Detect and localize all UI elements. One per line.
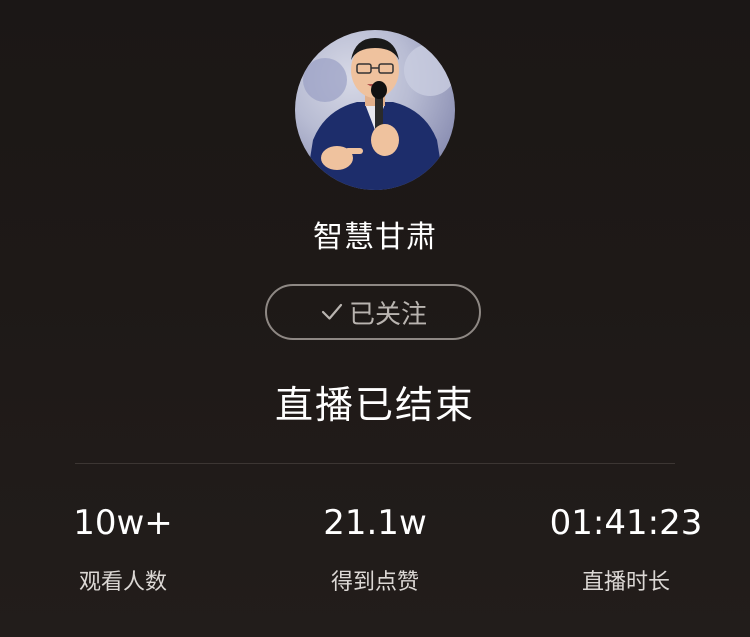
follow-button[interactable]: 已关注	[265, 284, 481, 340]
stat-likes-label: 得到点赞	[330, 570, 419, 595]
stat-viewers: 10w+ 观看人数	[3, 500, 243, 598]
stat-duration-label: 直播时长	[581, 570, 670, 595]
follow-button-label: 已关注	[348, 299, 427, 330]
stat-viewers-value: 10w+	[73, 503, 173, 543]
live-end-screen: 智慧甘肃 已关注 直播已结束 10w+ 观看人数 21.1w 得到点赞 01:4…	[0, 0, 750, 637]
stat-likes: 21.1w 得到点赞	[255, 500, 495, 598]
stat-likes-value: 21.1w	[323, 503, 427, 543]
stat-viewers-label: 观看人数	[78, 570, 167, 595]
stat-duration-value: 01:41:23	[549, 503, 703, 543]
user-name: 智慧甘肃	[313, 220, 437, 255]
check-icon	[319, 299, 345, 325]
avatar[interactable]	[295, 30, 455, 190]
stat-duration: 01:41:23 直播时长	[506, 500, 746, 598]
divider	[75, 463, 675, 464]
live-ended-title: 直播已结束	[274, 383, 475, 427]
person-avatar-icon	[303, 38, 455, 190]
